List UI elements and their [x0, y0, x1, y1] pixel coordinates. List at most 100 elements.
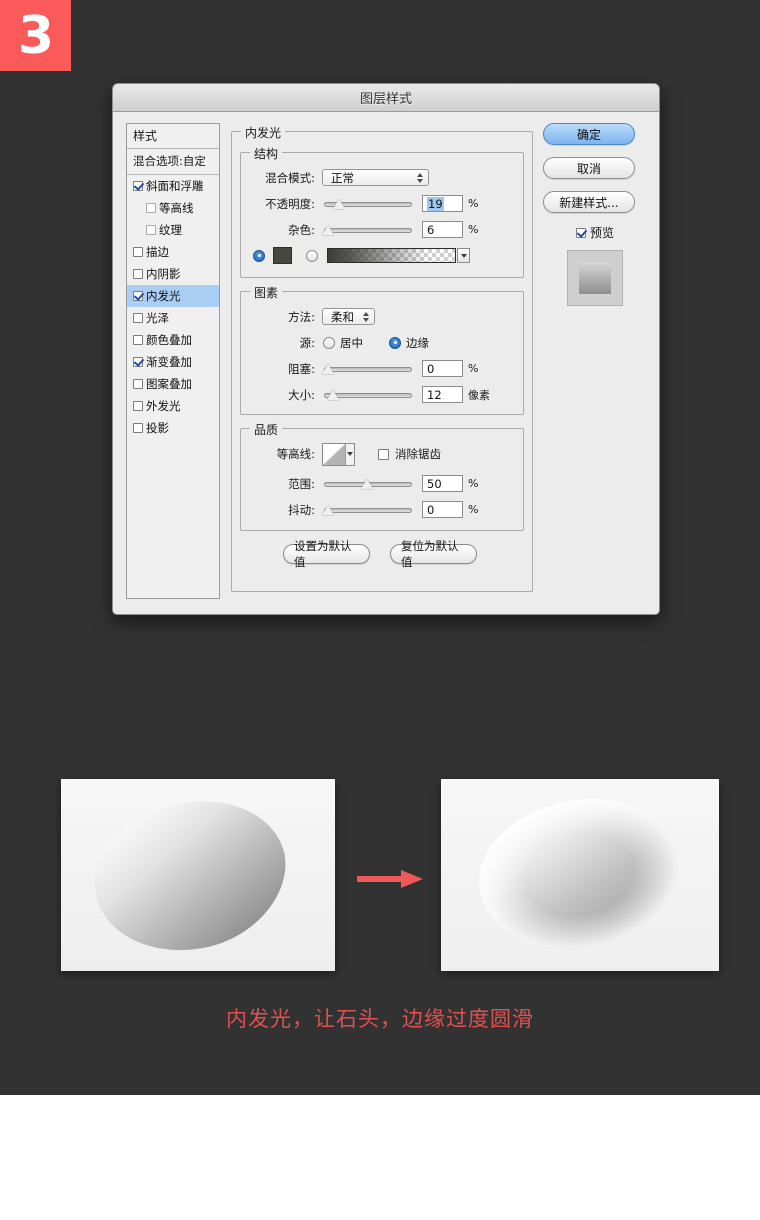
contour-picker[interactable]	[322, 442, 355, 466]
sidebar-item-label: 外发光	[146, 399, 181, 413]
jitter-slider[interactable]	[322, 503, 412, 517]
size-slider-thumb[interactable]	[327, 389, 339, 400]
technique-label: 方法:	[288, 309, 315, 324]
sidebar-item-label: 描边	[146, 245, 169, 259]
jitter-label: 抖动:	[288, 502, 315, 517]
noise-slider[interactable]	[322, 223, 412, 237]
checkbox-pattern-overlay[interactable]	[133, 379, 143, 389]
checkbox-drop-shadow[interactable]	[133, 423, 143, 433]
opacity-slider-thumb[interactable]	[333, 198, 345, 209]
choke-input[interactable]: 0	[422, 360, 463, 377]
sidebar-item-inner-shadow[interactable]: 内阴影	[127, 263, 219, 285]
jitter-slider-thumb[interactable]	[322, 504, 334, 515]
radio-gradient[interactable]	[306, 249, 318, 262]
checkbox-color-overlay[interactable]	[133, 335, 143, 345]
dialog-title: 图层样式	[359, 92, 412, 107]
contour-row: 等高线: 消除锯齿	[245, 442, 521, 466]
range-slider-thumb[interactable]	[361, 478, 373, 489]
cancel-button[interactable]: 取消	[543, 157, 635, 179]
noise-value: 6	[427, 222, 435, 237]
layer-style-dialog: 图层样式 样式 混合选项:自定 斜面和浮雕 等高线 纹理 描边 内阴影 内发光 …	[112, 83, 660, 615]
sidebar-item-label: 投影	[146, 421, 169, 435]
stone-before-svg	[61, 779, 335, 971]
sidebar-item-inner-glow[interactable]: 内发光	[127, 285, 219, 307]
jitter-unit: %	[468, 503, 479, 516]
ok-button[interactable]: 确定	[543, 123, 635, 145]
contour-label: 等高线:	[276, 447, 315, 461]
sidebar-item-color-overlay[interactable]: 颜色叠加	[127, 329, 219, 351]
contour-curve-preview	[323, 443, 346, 465]
sidebar-item-label: 渐变叠加	[146, 355, 192, 369]
sidebar-item-blending-options[interactable]: 混合选项:自定	[127, 149, 219, 175]
size-slider[interactable]	[324, 388, 412, 402]
sidebar-item-pattern-overlay[interactable]: 图案叠加	[127, 373, 219, 395]
checkbox-stroke[interactable]	[133, 247, 143, 257]
set-default-button[interactable]: 设置为默认值	[283, 539, 370, 569]
range-label: 范围:	[288, 476, 315, 491]
sidebar-item-satin[interactable]: 光泽	[127, 307, 219, 329]
chevron-down-icon[interactable]	[457, 248, 470, 263]
checkbox-antialias[interactable]	[378, 448, 389, 460]
glow-gradient-preview[interactable]	[327, 248, 470, 263]
sidebar-item-outer-glow[interactable]: 外发光	[127, 395, 219, 417]
new-style-button[interactable]: 新建样式...	[543, 191, 635, 213]
radio-solid-color[interactable]	[253, 249, 265, 262]
sidebar-item-stroke[interactable]: 描边	[127, 241, 219, 263]
radio-source-edge[interactable]	[389, 336, 401, 349]
opacity-label: 不透明度:	[265, 196, 315, 211]
checkbox-outer-glow[interactable]	[133, 401, 143, 411]
technique-select[interactable]: 柔和	[322, 308, 375, 325]
sidebar-item-texture[interactable]: 纹理	[127, 219, 219, 241]
choke-slider-track	[324, 366, 412, 372]
size-input[interactable]: 12	[422, 386, 463, 403]
sidebar-item-label: 内发光	[146, 289, 181, 303]
choke-unit: %	[468, 362, 479, 375]
transition-arrow-icon	[357, 870, 423, 888]
sidebar-item-contour[interactable]: 等高线	[127, 197, 219, 219]
opacity-slider[interactable]	[324, 197, 412, 211]
reset-default-button[interactable]: 复位为默认值	[390, 539, 477, 569]
sidebar-item-drop-shadow[interactable]: 投影	[127, 417, 219, 439]
glow-color-swatch[interactable]	[273, 247, 292, 264]
structure-legend: 结构	[250, 145, 283, 162]
checkbox-inner-glow[interactable]	[133, 291, 143, 301]
noise-unit: %	[468, 223, 479, 236]
checkbox-bevel-emboss[interactable]	[133, 181, 143, 191]
range-value: 50	[427, 476, 442, 491]
checkbox-inner-shadow[interactable]	[133, 269, 143, 279]
radio-source-center[interactable]	[323, 336, 335, 349]
checkbox-satin[interactable]	[133, 313, 143, 323]
chevron-down-icon[interactable]	[346, 443, 354, 465]
checkbox-preview[interactable]	[575, 227, 586, 238]
jitter-value: 0	[427, 502, 435, 517]
source-center-label: 居中	[340, 335, 363, 350]
technique-row: 方法: 柔和	[245, 307, 521, 326]
noise-row: 杂色: 6 %	[245, 220, 521, 239]
preview-toggle-row[interactable]: 预览	[543, 224, 647, 241]
stone-after-svg	[441, 779, 719, 971]
checkbox-texture[interactable]	[146, 225, 156, 235]
antialias-label: 消除锯齿	[395, 447, 441, 461]
inner-glow-group-title: 内发光	[241, 124, 286, 141]
choke-slider[interactable]	[322, 362, 412, 376]
range-slider[interactable]	[324, 477, 412, 491]
jitter-input[interactable]: 0	[422, 501, 463, 518]
sidebar-item-label: 光泽	[146, 311, 169, 325]
size-value: 12	[427, 387, 442, 402]
noise-label: 杂色:	[288, 222, 315, 237]
chevron-updown-icon	[417, 172, 423, 183]
opacity-input[interactable]: 19	[422, 195, 463, 212]
chevron-updown-icon	[363, 311, 369, 322]
checkbox-contour[interactable]	[146, 203, 156, 213]
noise-input[interactable]: 6	[422, 221, 463, 238]
sidebar-item-gradient-overlay[interactable]: 渐变叠加	[127, 351, 219, 373]
sidebar-item-bevel-emboss[interactable]: 斜面和浮雕	[127, 175, 219, 197]
noise-slider-thumb[interactable]	[322, 224, 334, 235]
range-input[interactable]: 50	[422, 475, 463, 492]
elements-legend: 图素	[250, 284, 283, 301]
checkbox-gradient-overlay[interactable]	[133, 357, 143, 367]
blend-mode-select[interactable]: 正常	[322, 169, 429, 186]
choke-slider-thumb[interactable]	[322, 363, 334, 374]
range-unit: %	[468, 477, 479, 490]
dialog-actions: 确定 取消 新建样式... 预览	[543, 123, 647, 306]
